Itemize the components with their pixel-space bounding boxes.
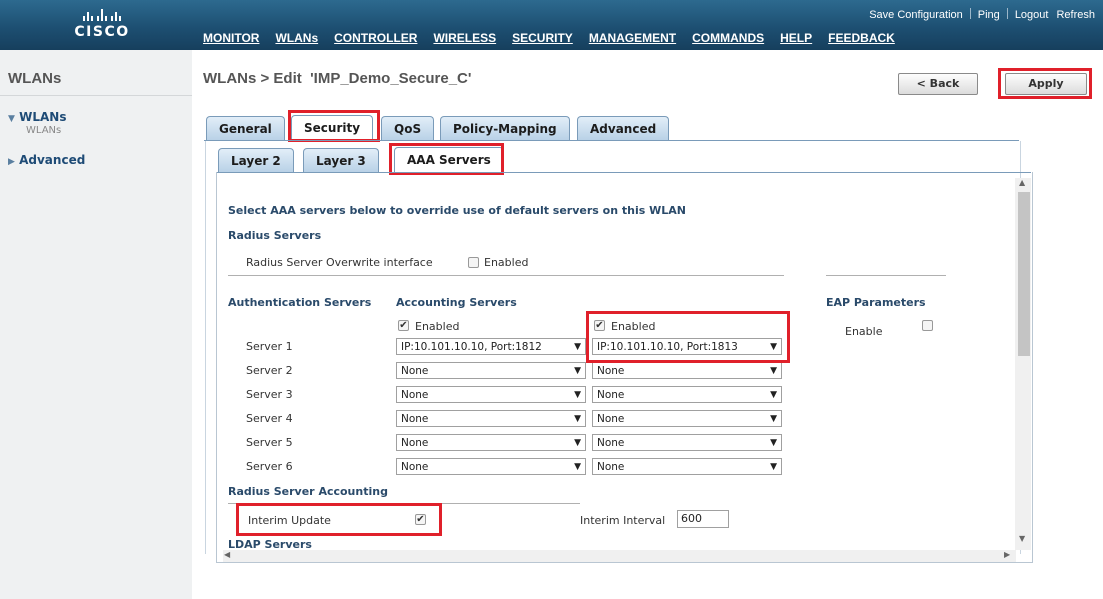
eap-divider bbox=[826, 275, 946, 276]
radius-divider bbox=[228, 275, 784, 276]
apply-highlight bbox=[998, 68, 1092, 99]
refresh-link[interactable]: Refresh bbox=[1056, 9, 1095, 21]
server-2-acct-select[interactable]: None ▼ bbox=[592, 362, 782, 379]
interim-interval-label: Interim Interval bbox=[580, 514, 666, 527]
nav-help[interactable]: HELP bbox=[780, 31, 812, 45]
accounting-servers-heading: Accounting Servers bbox=[396, 296, 517, 309]
eap-parameters-heading: EAP Parameters bbox=[826, 296, 926, 309]
server-2-label: Server 2 bbox=[246, 364, 293, 377]
dropdown-arrow-icon: ▼ bbox=[770, 462, 777, 472]
sidebar-item-advanced-label: Advanced bbox=[19, 153, 86, 167]
nav-commands[interactable]: COMMANDS bbox=[692, 31, 764, 45]
sidebar-divider bbox=[0, 95, 192, 96]
back-button[interactable]: < Back bbox=[898, 73, 978, 95]
server-4-label: Server 4 bbox=[246, 412, 293, 425]
server-6-label: Server 6 bbox=[246, 460, 293, 473]
tab-general[interactable]: General bbox=[206, 116, 285, 141]
vertical-scroll-thumb[interactable] bbox=[1018, 192, 1030, 356]
server-5-acct-select[interactable]: None ▼ bbox=[592, 434, 782, 451]
radius-accounting-heading: Radius Server Accounting bbox=[228, 485, 388, 498]
interim-interval-input[interactable]: 600 bbox=[677, 510, 729, 528]
server-5-label: Server 5 bbox=[246, 436, 293, 449]
sidebar-item-wlans-label: WLANs bbox=[19, 110, 67, 124]
scroll-left-icon[interactable]: ◀ bbox=[224, 550, 230, 559]
scroll-down-icon[interactable]: ▼ bbox=[1019, 534, 1025, 543]
server-4-acct-select[interactable]: None ▼ bbox=[592, 410, 782, 427]
dropdown-arrow-icon: ▼ bbox=[770, 390, 777, 400]
nav-monitor[interactable]: MONITOR bbox=[203, 31, 259, 45]
nav-management[interactable]: MANAGEMENT bbox=[589, 31, 676, 45]
authentication-servers-heading: Authentication Servers bbox=[228, 296, 372, 309]
overwrite-interface-label: Radius Server Overwrite interface bbox=[246, 256, 433, 269]
tab-policy-mapping[interactable]: Policy-Mapping bbox=[440, 116, 570, 141]
nav-wireless[interactable]: WIRELESS bbox=[433, 31, 496, 45]
cisco-wordmark: cisco bbox=[74, 24, 130, 40]
logout-link[interactable]: Logout bbox=[1015, 9, 1049, 21]
overwrite-enabled-label: Enabled bbox=[484, 256, 529, 269]
accounting-server-highlight bbox=[586, 311, 790, 363]
scroll-up-icon[interactable]: ▲ bbox=[1019, 178, 1025, 187]
server-3-acct-select[interactable]: None ▼ bbox=[592, 386, 782, 403]
dropdown-arrow-icon: ▼ bbox=[770, 414, 777, 424]
sidebar-title: WLANs bbox=[8, 70, 62, 87]
dropdown-arrow-icon: ▼ bbox=[574, 390, 581, 400]
intro-text: Select AAA servers below to override use… bbox=[228, 204, 686, 217]
dropdown-arrow-icon: ▼ bbox=[770, 438, 777, 448]
dropdown-arrow-icon: ▼ bbox=[574, 462, 581, 472]
dropdown-arrow-icon: ▼ bbox=[574, 342, 581, 352]
eap-enable-label: Enable bbox=[845, 325, 883, 338]
overwrite-interface-checkbox[interactable] bbox=[468, 257, 479, 268]
tab-qos[interactable]: QoS bbox=[381, 116, 435, 141]
server-6-acct-select[interactable]: None ▼ bbox=[592, 458, 782, 475]
dropdown-arrow-icon: ▼ bbox=[770, 366, 777, 376]
interim-update-highlight bbox=[236, 503, 442, 536]
server-6-auth-select[interactable]: None ▼ bbox=[396, 458, 586, 475]
scroll-right-icon[interactable]: ▶ bbox=[1004, 550, 1010, 559]
dropdown-arrow-icon: ▼ bbox=[574, 366, 581, 376]
nav-controller[interactable]: CONTROLLER bbox=[334, 31, 417, 45]
server-3-auth-select[interactable]: None ▼ bbox=[396, 386, 586, 403]
subtab-layer3[interactable]: Layer 3 bbox=[303, 148, 379, 173]
triangle-down-icon: ▼ bbox=[8, 114, 15, 124]
tab-advanced[interactable]: Advanced bbox=[577, 116, 670, 141]
radius-servers-heading: Radius Servers bbox=[228, 229, 322, 242]
aaa-tab-highlight bbox=[389, 143, 504, 175]
subtab-layer2[interactable]: Layer 2 bbox=[218, 148, 294, 173]
nav-feedback[interactable]: FEEDBACK bbox=[828, 31, 895, 45]
server-5-auth-select[interactable]: None ▼ bbox=[396, 434, 586, 451]
triangle-right-icon: ▶ bbox=[8, 157, 15, 167]
save-configuration-link[interactable]: Save Configuration bbox=[869, 9, 963, 21]
auth-enabled-checkbox[interactable]: ✔ bbox=[398, 320, 409, 331]
cisco-logo: cisco bbox=[62, 7, 142, 40]
nav-security[interactable]: SECURITY bbox=[512, 31, 573, 45]
sidebar-subitem-wlans[interactable]: WLANs bbox=[26, 125, 61, 136]
server-2-auth-select[interactable]: None ▼ bbox=[396, 362, 586, 379]
main-nav: MONITOR WLANs CONTROLLER WIRELESS SECURI… bbox=[203, 31, 895, 45]
page-title: WLANs > Edit 'IMP_Demo_Secure_C' bbox=[203, 70, 472, 87]
sidebar-item-advanced[interactable]: ▶ Advanced bbox=[8, 153, 85, 167]
security-tab-highlight bbox=[288, 110, 380, 142]
top-links: Save Configuration Ping Logout Refresh bbox=[869, 8, 1095, 21]
eap-enable-checkbox[interactable] bbox=[922, 320, 933, 331]
server-1-auth-select[interactable]: IP:10.101.10.10, Port:1812 ▼ bbox=[396, 338, 586, 355]
dropdown-arrow-icon: ▼ bbox=[574, 414, 581, 424]
nav-wlans[interactable]: WLANs bbox=[275, 31, 318, 45]
dropdown-arrow-icon: ▼ bbox=[574, 438, 581, 448]
auth-enabled-label: Enabled bbox=[415, 320, 460, 333]
horizontal-scrollbar[interactable] bbox=[223, 550, 1016, 562]
ping-link[interactable]: Ping bbox=[978, 9, 1000, 21]
server-1-label: Server 1 bbox=[246, 340, 293, 353]
server-4-auth-select[interactable]: None ▼ bbox=[396, 410, 586, 427]
server-3-label: Server 3 bbox=[246, 388, 293, 401]
sidebar-item-wlans[interactable]: ▼ WLANs bbox=[8, 110, 66, 124]
